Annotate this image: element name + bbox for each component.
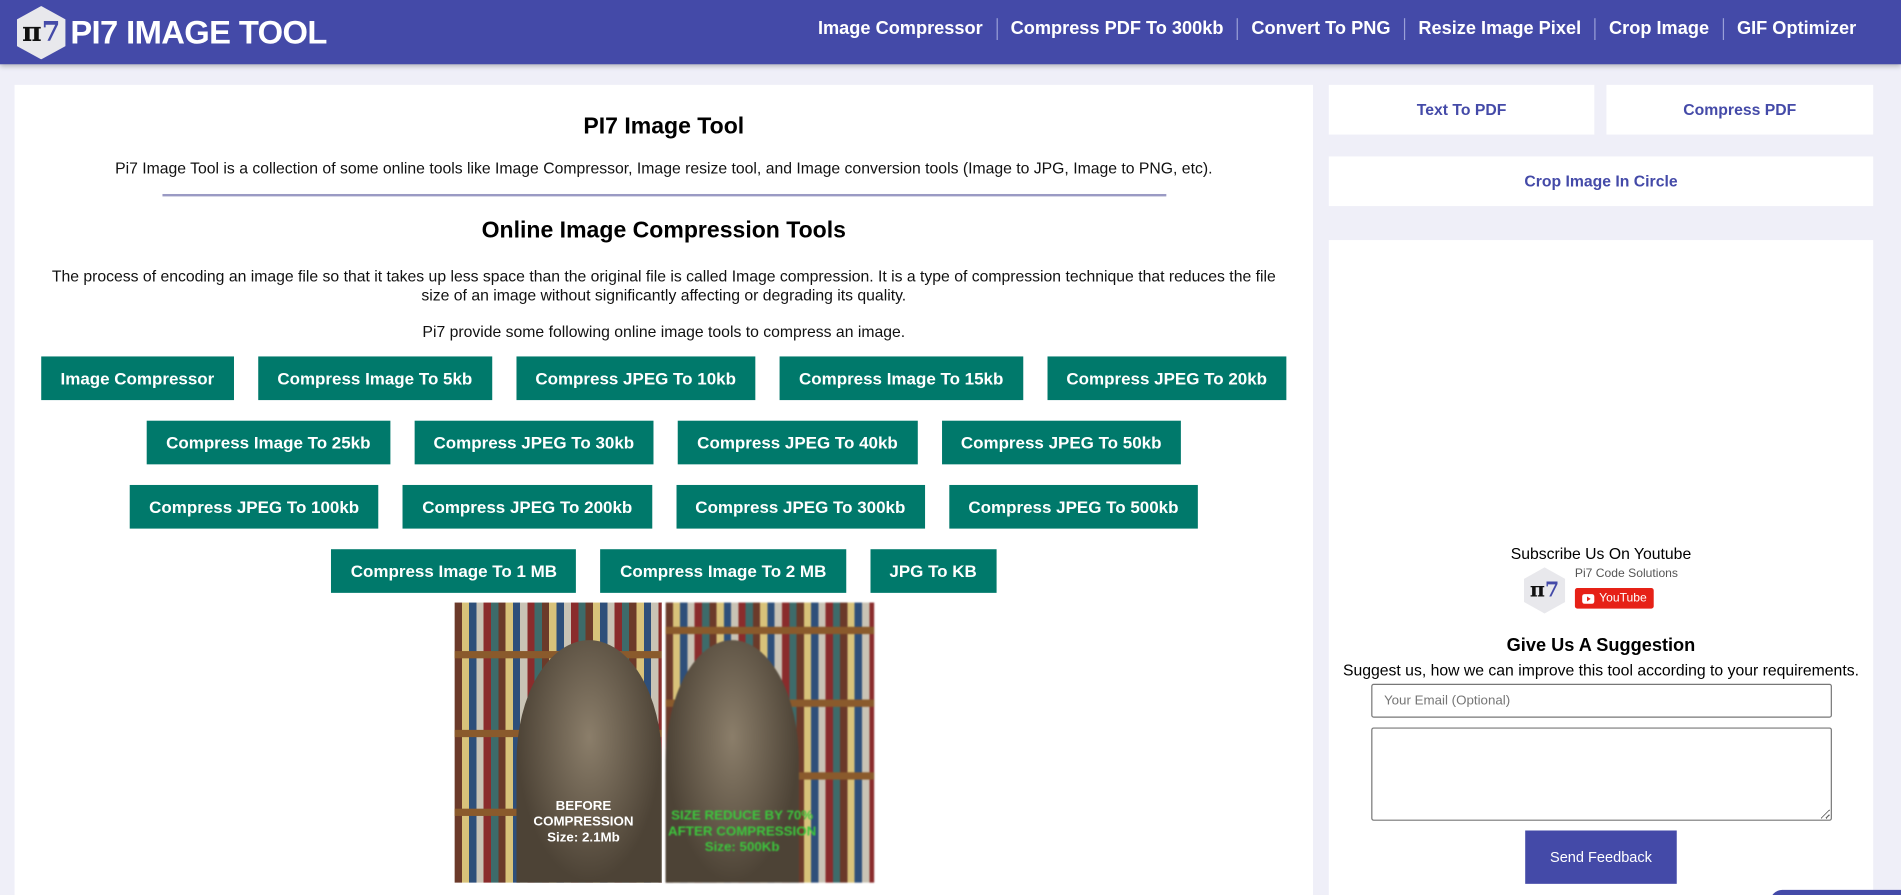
tool-button[interactable]: Compress JPEG To 40kb — [677, 420, 918, 465]
tool-button[interactable]: Compress JPEG To 500kb — [949, 484, 1198, 529]
description-2: Pi7 provide some following online image … — [422, 322, 906, 341]
top-header: π7 PI7 IMAGE TOOL Image Compressor Compr… — [0, 0, 1901, 65]
tool-buttons: Image Compressor Compress Image To 5kb C… — [15, 356, 1313, 593]
description: The process of encoding an image file so… — [51, 266, 1276, 305]
main-content: PI7 Image Tool Pi7 Image Tool is a colle… — [14, 84, 1314, 895]
sidebar-panel: Subscribe Us On Youtube π7 Pi7 Code Solu… — [1328, 240, 1874, 895]
tool-button[interactable]: Image Compressor — [41, 356, 234, 401]
compression-comparison-image: BEFORE COMPRESSION Size: 2.1Mb SIZE REDUC… — [454, 602, 874, 883]
channel-name: Pi7 Code Solutions — [1574, 567, 1678, 581]
tool-button[interactable]: Compress Image To 15kb — [779, 356, 1023, 401]
after-label: SIZE REDUCE BY 70% — [671, 808, 814, 824]
main-nav: Image Compressor Compress PDF To 300kb C… — [805, 18, 1870, 41]
email-input[interactable] — [1370, 683, 1832, 718]
youtube-label: YouTube — [1599, 591, 1647, 605]
nav-resize-image-pixel[interactable]: Resize Image Pixel — [1403, 18, 1595, 41]
before-image: BEFORE COMPRESSION Size: 2.1Mb — [454, 602, 662, 883]
tool-button[interactable]: Compress JPEG To 300kb — [675, 484, 925, 529]
send-feedback-button[interactable]: Send Feedback — [1525, 830, 1677, 884]
nav-crop-image[interactable]: Crop Image — [1594, 18, 1722, 41]
tool-button[interactable]: Compress JPEG To 50kb — [941, 420, 1181, 465]
tool-button[interactable]: Compress Image To 5kb — [257, 356, 492, 401]
youtube-heading: Subscribe Us On Youtube — [1510, 544, 1692, 563]
nav-image-compressor[interactable]: Image Compressor — [805, 18, 996, 40]
tool-button[interactable]: Compress JPEG To 10kb — [515, 356, 756, 401]
divider — [161, 193, 1166, 197]
after-size: Size: 500Kb — [704, 840, 780, 855]
tool-button[interactable]: Compress JPEG To 30kb — [414, 420, 654, 465]
nav-convert-to-png[interactable]: Convert To PNG — [1236, 18, 1404, 41]
tool-button[interactable]: Compress Image To 2 MB — [600, 549, 846, 593]
tool-button[interactable]: Compress JPEG To 20kb — [1047, 356, 1287, 401]
after-image: SIZE REDUCE BY 70% AFTER COMPRESSION Size:… — [661, 602, 874, 883]
tool-button[interactable]: JPG To KB — [869, 549, 997, 593]
suggestion-title: Give Us A Suggestion — [1506, 635, 1696, 656]
pi7-logo-icon: π7 — [16, 6, 66, 60]
suggestion-textarea[interactable] — [1370, 727, 1832, 821]
youtube-widget: π7 Pi7 Code Solutions YouTube — [1329, 567, 1873, 614]
before-size: Size: 2.1Mb — [547, 830, 620, 846]
suggestion-text: Suggest us, how we can improve this tool… — [1342, 660, 1859, 679]
crop-image-circle-link[interactable]: Crop Image In Circle — [1328, 156, 1874, 207]
tool-button[interactable]: Compress Image To 1 MB — [331, 549, 577, 593]
youtube-subscribe-button[interactable]: YouTube — [1574, 588, 1655, 609]
youtube-play-icon — [1582, 593, 1595, 604]
logo[interactable]: π7 PI7 IMAGE TOOL — [16, 6, 327, 60]
section-title: Online Image Compression Tools — [481, 218, 846, 244]
channel-logo-icon: π7 — [1523, 567, 1566, 614]
chat-widget[interactable] — [1770, 889, 1901, 895]
nav-gif-optimizer[interactable]: GIF Optimizer — [1722, 18, 1869, 41]
after-label-2: AFTER COMPRESSION — [668, 824, 817, 839]
logo-text: PI7 IMAGE TOOL — [70, 13, 327, 51]
tool-button[interactable]: Compress JPEG To 200kb — [402, 484, 652, 529]
compress-pdf-link[interactable]: Compress PDF — [1606, 84, 1874, 135]
tool-button[interactable]: Compress Image To 25kb — [146, 420, 390, 465]
before-label: BEFORE COMPRESSION — [533, 798, 634, 830]
intro-text: Pi7 Image Tool is a collection of some o… — [115, 158, 1213, 178]
page-title: PI7 Image Tool — [583, 113, 745, 140]
text-to-pdf-link[interactable]: Text To PDF — [1328, 84, 1595, 135]
nav-compress-pdf-300kb[interactable]: Compress PDF To 300kb — [996, 18, 1237, 41]
tool-button[interactable]: Compress JPEG To 100kb — [129, 484, 379, 529]
